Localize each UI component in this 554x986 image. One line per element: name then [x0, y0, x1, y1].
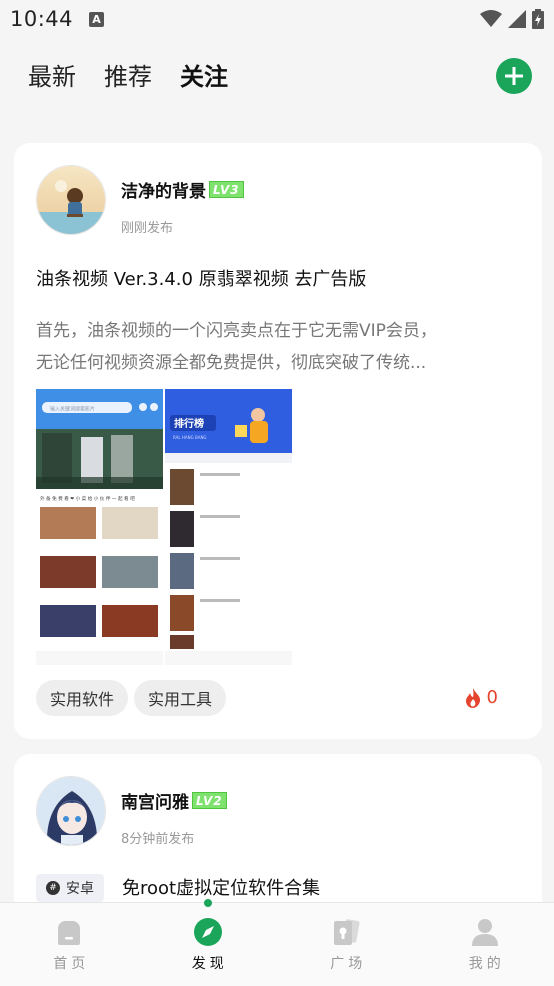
- image-rank-title: 排行榜: [174, 417, 204, 430]
- author: 南宫问雅 LV2: [121, 788, 227, 813]
- notification-icon: A: [89, 11, 105, 27]
- tag-chip[interactable]: 实用软件: [36, 680, 129, 716]
- platform-label: 安卓: [66, 881, 94, 897]
- nav-label: 发现: [191, 956, 228, 972]
- author-name[interactable]: 南宫问雅: [121, 788, 189, 813]
- nav-label: 首页: [53, 956, 90, 972]
- tag-list: 实用软件 实用工具: [36, 680, 227, 716]
- tab-latest[interactable]: 最新: [28, 57, 76, 92]
- hash-icon: #: [46, 881, 60, 895]
- post-body-line: 无论任何视频资源全都免费提供，彻底突破了传统...: [36, 353, 427, 373]
- bottom-nav: 首页 发现 广场 我的: [0, 899, 554, 986]
- user-icon: [471, 919, 498, 946]
- flame-icon: [465, 687, 480, 708]
- post-time: 刚刚发布: [121, 221, 174, 236]
- post-title[interactable]: 油条视频 Ver.3.4.0 原翡翠视频 去广告版: [36, 265, 366, 291]
- nav-mine[interactable]: 我的: [416, 903, 554, 986]
- add-post-button[interactable]: [496, 58, 532, 94]
- author-name[interactable]: 洁净的背景: [121, 177, 206, 202]
- nav-home[interactable]: 首页: [0, 903, 139, 986]
- post-body[interactable]: 首先，油条视频的一个闪亮卖点在于它无需VIP会员， 无论任何视频资源全都免费提供…: [36, 315, 524, 379]
- compass-icon: [193, 918, 222, 946]
- post-image[interactable]: 输入关键词搜索影片 外 备 免 费 看 ❤ 小 菜 给 小 伙 伴 一 起 看 …: [36, 389, 292, 665]
- post-title[interactable]: 免root虚拟定位软件合集: [122, 874, 320, 900]
- active-indicator: [203, 899, 212, 907]
- feed-tabs: 最新 推荐 关注: [0, 50, 554, 98]
- square-cards-icon: [334, 919, 360, 945]
- hot-count-value: 0: [486, 687, 498, 708]
- post-card[interactable]: 洁净的背景 LV3 刚刚发布 油条视频 Ver.3.4.0 原翡翠视频 去广告版…: [14, 143, 542, 739]
- status-icons: [480, 9, 544, 29]
- level-badge: LV3: [209, 181, 244, 198]
- nav-label: 我的: [468, 956, 505, 972]
- nav-label: 广场: [330, 956, 367, 972]
- plus-icon: [505, 67, 523, 85]
- status-time: 10:44: [10, 7, 74, 31]
- level-badge: LV2: [192, 792, 227, 809]
- image-search-text: 输入关键词搜索影片: [50, 406, 95, 413]
- home-icon: [58, 921, 81, 945]
- nav-discover[interactable]: 发现: [139, 899, 278, 986]
- wifi-icon: [480, 10, 502, 27]
- tab-following[interactable]: 关注: [180, 57, 228, 92]
- battery-icon: [532, 9, 544, 29]
- platform-badge[interactable]: # 安卓: [36, 874, 104, 902]
- image-banner-text: 外 备 免 费 看 ❤ 小 菜 给 小 伙 伴 一 起 看 吧: [40, 495, 135, 502]
- avatar[interactable]: [36, 165, 106, 235]
- tab-recommended[interactable]: 推荐: [104, 57, 152, 92]
- tag-chip[interactable]: 实用工具: [134, 680, 227, 716]
- image-rank-subtitle: RAL HANG BANG: [173, 435, 207, 440]
- author: 洁净的背景 LV3: [121, 177, 244, 202]
- hot-count[interactable]: 0: [465, 687, 498, 708]
- nav-square[interactable]: 广场: [277, 903, 416, 986]
- post-body-line: 首先，油条视频的一个闪亮卖点在于它无需VIP会员，: [36, 321, 437, 341]
- avatar[interactable]: [36, 776, 106, 846]
- signal-icon: [508, 10, 526, 28]
- post-time: 8分钟前发布: [121, 832, 195, 847]
- status-bar: 10:44 A: [0, 0, 554, 38]
